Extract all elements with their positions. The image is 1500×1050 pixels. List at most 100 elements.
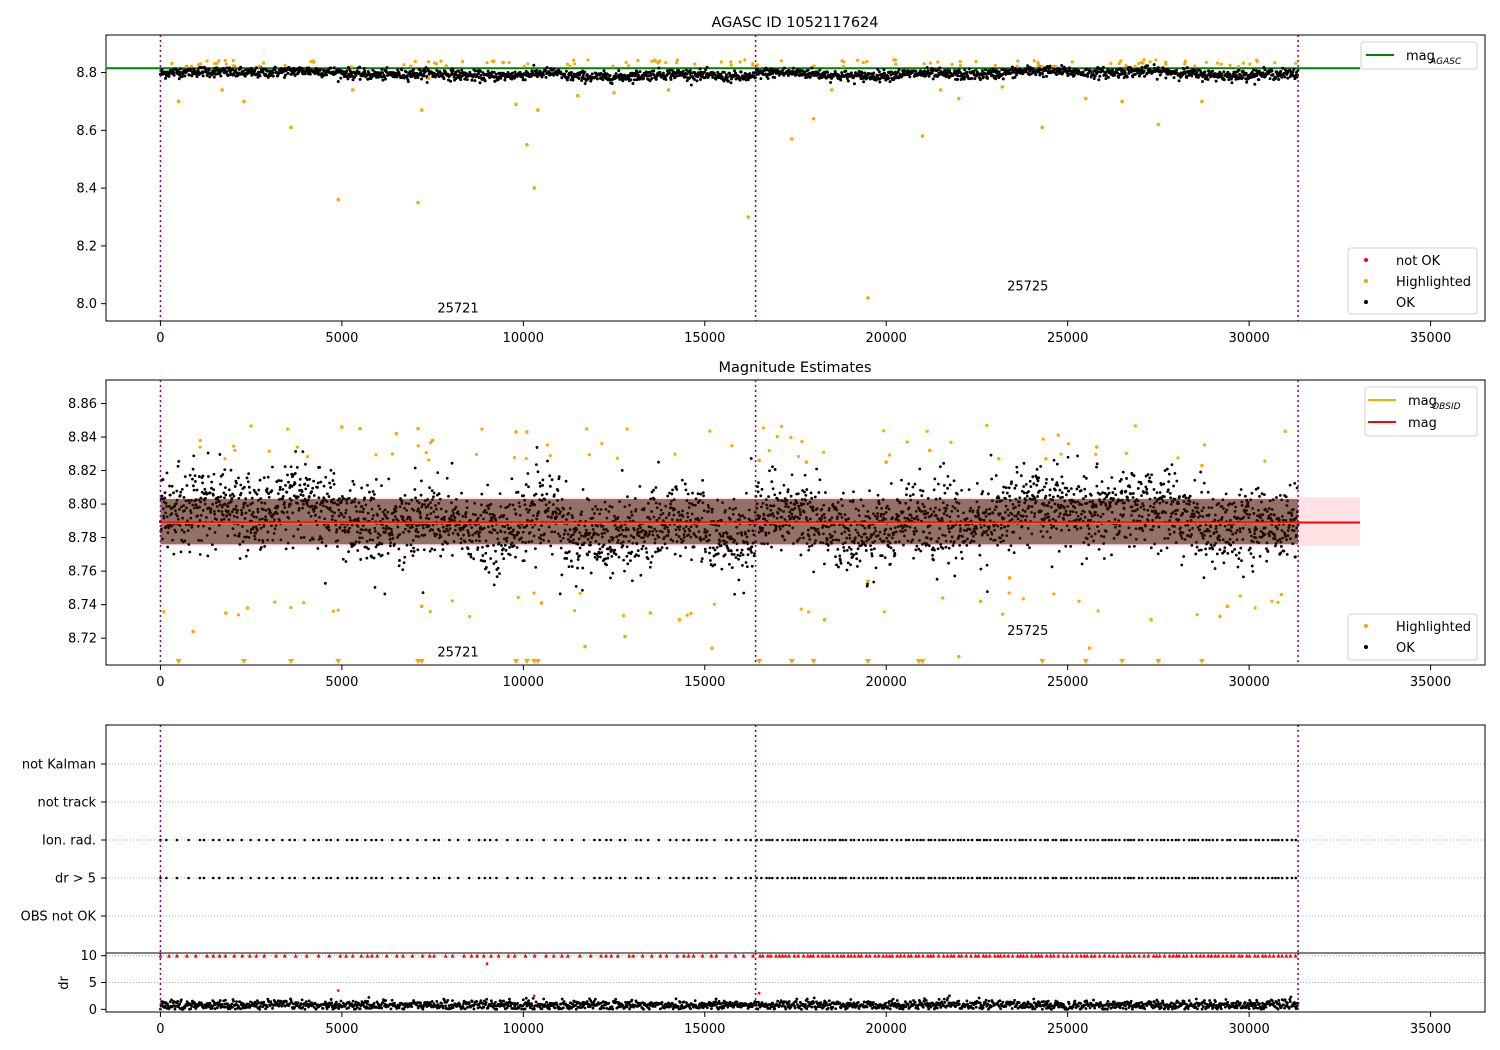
panel2-ok-point xyxy=(696,492,700,496)
panel1-ok-point xyxy=(689,83,693,87)
panel1-ok-point xyxy=(1211,69,1215,73)
panel2-ok-point xyxy=(567,565,571,569)
panel2-ok-point xyxy=(713,563,717,567)
panel2-ok-point xyxy=(817,491,821,494)
panel1-ok-point xyxy=(877,70,881,74)
panel2-ok-point xyxy=(359,558,363,561)
panel1-ok-point xyxy=(380,71,384,75)
panel2-ok-point xyxy=(952,479,956,483)
panel2-ok-point xyxy=(767,495,770,499)
panel1-ok-point xyxy=(1123,71,1127,75)
panel2-ok-point xyxy=(630,579,634,583)
panel1-highlighted-point xyxy=(755,63,760,67)
panel1-ok-point xyxy=(652,69,656,73)
panel2-ok-point xyxy=(332,472,336,475)
panel1-highlighted-point xyxy=(729,63,733,67)
panel1-ok-point xyxy=(187,73,191,77)
panel2-ok-point xyxy=(701,491,705,495)
panel1-ok-point xyxy=(1111,68,1115,72)
panel2-ok-point xyxy=(371,490,375,493)
panel1-ok-point xyxy=(1203,70,1207,74)
panel2-ok-point xyxy=(469,553,473,556)
panel1-ok-point xyxy=(1164,76,1168,80)
panel1-ok-point xyxy=(931,77,935,81)
panel2-ok-point xyxy=(645,550,649,554)
panel1-ok-point xyxy=(1125,75,1129,79)
panel1-ok-point xyxy=(606,73,610,77)
panel1-highlighted-point xyxy=(746,215,751,219)
panel2-ok-point xyxy=(719,544,723,548)
panel1-ok-point xyxy=(535,68,539,72)
panel2-ok-point xyxy=(620,469,624,472)
panel2-ok-point xyxy=(701,479,704,482)
panel2-ok-point xyxy=(942,484,946,487)
panel1-highlighted-point xyxy=(1164,62,1168,67)
panel2-ok-point xyxy=(259,546,263,549)
panel2-ok-point xyxy=(476,546,480,550)
panel1-ok-point xyxy=(617,69,621,73)
panel1-ok-point xyxy=(882,68,886,72)
panel1-ok-point xyxy=(1279,69,1283,73)
panel2-ok-point xyxy=(990,477,994,481)
panel2-ok-point xyxy=(179,490,183,494)
panel2-ok-point xyxy=(541,483,544,487)
panel1-ok-point xyxy=(183,74,187,78)
panel1-highlighted-point xyxy=(866,296,870,300)
panel1-ok-point xyxy=(1268,77,1272,81)
panel1-ok-point xyxy=(1220,72,1224,76)
panel2-ok-point xyxy=(575,552,579,555)
panel2-ok-point xyxy=(373,586,377,589)
panel2-ok-point xyxy=(441,548,445,551)
panel2-ok-point xyxy=(654,486,658,489)
panel1-highlighted-point xyxy=(1084,96,1088,101)
panel2-ok-point xyxy=(281,494,285,498)
panel2-ok-point xyxy=(433,548,437,552)
panel2-ok-point xyxy=(978,553,982,557)
panel2-ok-point xyxy=(494,560,498,564)
panel1-ytick-label: 8.0 xyxy=(76,297,97,312)
panel2-ok-point xyxy=(238,557,242,560)
panel2-ok-point xyxy=(866,582,869,586)
panel2-ok-point xyxy=(824,491,827,494)
panel1-highlighted-point xyxy=(184,65,188,69)
panel2-ok-point xyxy=(855,557,859,561)
panel1-ok-point xyxy=(722,70,726,74)
panel1-ok-point xyxy=(542,73,546,77)
panel2-ok-point xyxy=(233,485,237,488)
panel1-ok-point xyxy=(1142,69,1146,73)
panel2-ok-point xyxy=(219,482,222,486)
panel2-ok-point xyxy=(770,480,774,484)
panel2-ok-point xyxy=(293,482,297,485)
panel1-highlighted-point xyxy=(573,62,577,66)
panel2-ok-point xyxy=(610,554,614,558)
panel2-ok-point xyxy=(648,565,652,569)
panel1-ok-point xyxy=(602,69,606,73)
panel2-ok-point xyxy=(526,472,530,475)
panel1-highlighted-point xyxy=(575,93,580,98)
panel2-ok-point xyxy=(447,494,450,498)
panel2-ok-point xyxy=(193,480,197,483)
panel1-highlighted-point xyxy=(501,61,505,65)
panel1-highlighted-point xyxy=(1294,61,1298,65)
panel1-highlighted-point xyxy=(950,62,954,66)
panel1-ok-point xyxy=(978,78,982,82)
panel2-ok-point xyxy=(172,552,176,556)
panel1-highlighted-point xyxy=(611,64,615,68)
panel2-ok-point xyxy=(336,545,339,548)
panel2-ok-point xyxy=(692,545,696,549)
panel1-ok-point xyxy=(766,76,770,80)
panel1-ok-point xyxy=(167,74,171,78)
panel2-ok-point xyxy=(955,492,959,496)
panel1-ok-point xyxy=(1214,79,1218,83)
panel1-highlighted-point xyxy=(1236,65,1241,69)
panel1-ok-point xyxy=(1172,76,1176,80)
panel1-ok-point xyxy=(478,81,482,85)
panel1-ok-point xyxy=(380,67,384,71)
panel1-ok-point xyxy=(544,69,548,73)
panel1-highlighted-point xyxy=(262,61,266,65)
panel1-highlighted-point xyxy=(586,58,590,62)
panel1-highlighted-point xyxy=(402,63,406,67)
panel1-ok-point xyxy=(963,68,967,72)
panel2-ok-point xyxy=(744,491,748,495)
panel1-ok-point xyxy=(580,78,584,82)
